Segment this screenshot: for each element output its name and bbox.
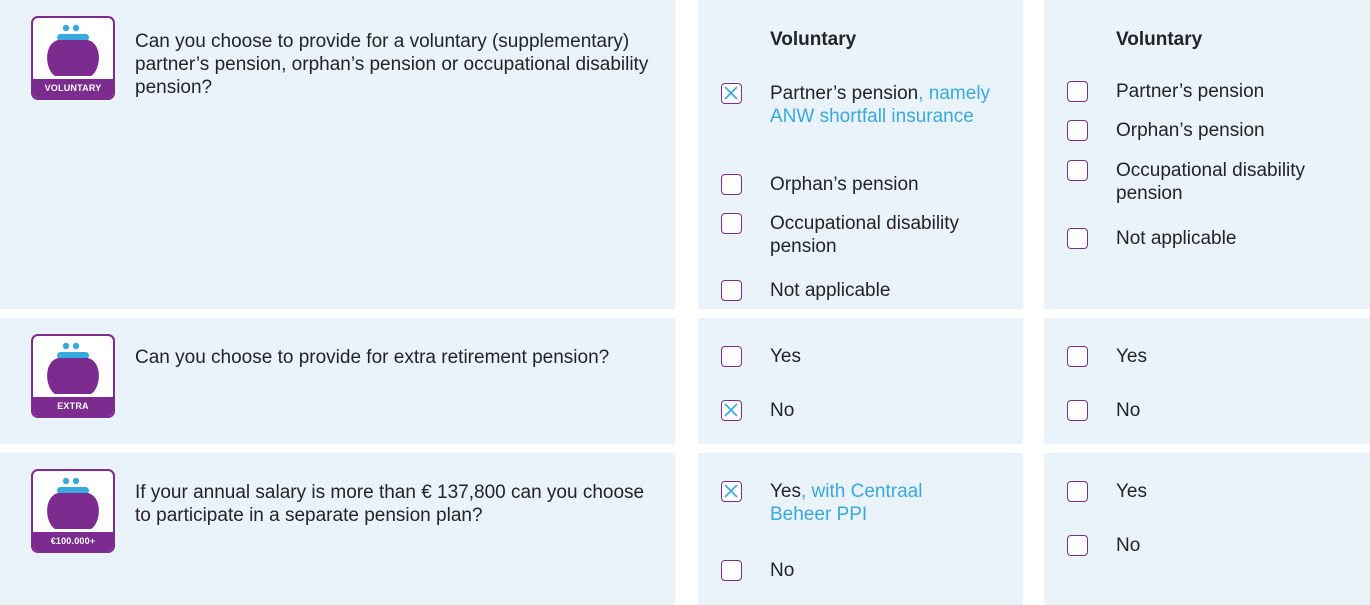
extra-purse-icon: EXTRA xyxy=(31,334,115,418)
question-voluntary-pension: Can you choose to provide for a voluntar… xyxy=(135,31,649,98)
option-label: Partner’s pension, namely ANW shortfall … xyxy=(770,82,1000,128)
row-voluntary-question-panel: VOLUNTARY Can you choose to provide for … xyxy=(0,0,675,309)
question-extra-retirement-pension: Can you choose to provide for extra reti… xyxy=(135,347,610,368)
row-voluntary-column-1: Voluntary Partner’s pension, namely ANW … xyxy=(698,0,1023,309)
icon-label: EXTRA xyxy=(33,397,113,416)
option-label: Orphan’s pension xyxy=(770,174,919,195)
checkbox-unchecked[interactable] xyxy=(721,560,742,581)
row-separate-plan-column-2: Yes No xyxy=(1044,453,1370,605)
option-label: Partner’s pension xyxy=(1116,81,1265,102)
checkbox-unchecked[interactable] xyxy=(1067,346,1088,367)
column-1-heading: Voluntary xyxy=(770,29,857,50)
option-label-text: Partner’s pension xyxy=(770,83,919,104)
icon-label: €100.000+ xyxy=(33,532,113,551)
voluntary-purse-icon: VOLUNTARY xyxy=(31,16,115,100)
checkbox-unchecked[interactable] xyxy=(721,280,742,301)
option-label: Occupational disability pension xyxy=(1116,160,1306,204)
column-2-heading: Voluntary xyxy=(1116,29,1203,50)
option-label-text: Yes xyxy=(770,481,801,502)
option-label: No xyxy=(1116,400,1141,421)
row-extra-column-2: Yes No xyxy=(1044,318,1370,444)
checkbox-unchecked[interactable] xyxy=(721,346,742,367)
checkbox-unchecked[interactable] xyxy=(1067,120,1088,141)
option-label: Not applicable xyxy=(770,280,891,301)
option-label: Yes xyxy=(770,346,801,367)
salary-purse-icon: €100.000+ xyxy=(31,469,115,553)
checkbox-unchecked[interactable] xyxy=(1067,81,1088,102)
icon-label: VOLUNTARY xyxy=(33,79,113,98)
option-label: Yes xyxy=(1116,481,1147,502)
option-label: No xyxy=(770,560,795,581)
row-separate-plan-question-panel: €100.000+ If your annual salary is more … xyxy=(0,453,675,605)
checkbox-unchecked[interactable] xyxy=(721,174,742,195)
row-extra-question-panel: EXTRA Can you choose to provide for extr… xyxy=(0,318,675,444)
checkbox-checked[interactable] xyxy=(721,400,742,421)
row-voluntary-column-2: Voluntary Partner’s pension Orphan’s pen… xyxy=(1044,0,1370,309)
checkbox-unchecked[interactable] xyxy=(1067,535,1088,556)
row-extra-column-1: Yes No xyxy=(698,318,1023,444)
option-label: Yes xyxy=(1116,346,1147,367)
checkbox-unchecked[interactable] xyxy=(1067,228,1088,249)
option-label: No xyxy=(770,400,795,421)
checkbox-checked[interactable] xyxy=(721,83,742,104)
option-label: Yes, with Centraal Beheer PPI xyxy=(770,480,960,526)
checkbox-unchecked[interactable] xyxy=(1067,160,1088,181)
checkbox-unchecked[interactable] xyxy=(721,213,742,234)
option-label: No xyxy=(1116,535,1141,556)
checkbox-checked[interactable] xyxy=(721,481,742,502)
option-label: Not applicable xyxy=(1116,228,1237,249)
checkbox-unchecked[interactable] xyxy=(1067,400,1088,421)
question-separate-pension-plan: If your annual salary is more than € 137… xyxy=(135,482,645,526)
option-label: Orphan’s pension xyxy=(1116,120,1265,141)
option-label: Occupational disability pension xyxy=(770,213,960,257)
row-separate-plan-column-1: Yes, with Centraal Beheer PPI No xyxy=(698,453,1023,605)
checkbox-unchecked[interactable] xyxy=(1067,481,1088,502)
